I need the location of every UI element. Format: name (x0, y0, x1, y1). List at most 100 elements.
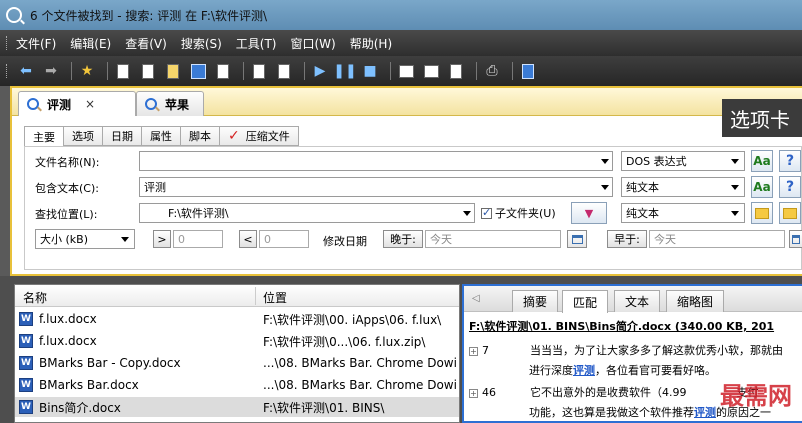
file-name-input[interactable] (139, 151, 613, 171)
table-row[interactable]: W f.lux.docx F:\软件评测\00. iApps\06. f.lux… (15, 309, 459, 329)
subtab-main[interactable]: 主要 (24, 126, 64, 147)
tab-matches[interactable]: 匹配 (562, 290, 609, 313)
menu-tools[interactable]: 工具(T) (236, 35, 277, 52)
match-case-button-2[interactable]: Aa (751, 176, 773, 198)
criteria-subtabs: 主要 选项 日期 属性 脚本 ✓ 压缩文件 (24, 126, 299, 147)
line-number: 7 (482, 344, 489, 357)
menu-bar: 文件(F) 编辑(E) 查看(V) 搜索(S) 工具(T) 窗口(W) 帮助(H… (0, 30, 802, 56)
pause-icon[interactable]: ❚❚ (333, 61, 356, 81)
subtab-date[interactable]: 日期 (102, 126, 142, 146)
match-line[interactable]: +7 当当当，为了让大家多多了解这款优秀小软，那就由 (469, 342, 783, 358)
table-row[interactable]: W f.lux.docx F:\软件评测\0...\06. f.lux.zip\ (15, 331, 459, 351)
window-title: 6 个文件被找到 - 搜索: 评测 在 F:\软件评测\ (30, 8, 267, 23)
search-tab-label: 苹果 (165, 97, 190, 112)
toolbar-grip[interactable] (6, 64, 9, 78)
match-text-after: ，各位看官可要看好咯。 (595, 364, 716, 377)
scroll-left-icon[interactable]: ◁ (472, 293, 480, 304)
toolbar-separator (390, 62, 391, 80)
forward-arrow-icon[interactable]: ➡ (41, 61, 61, 81)
close-tab-icon[interactable]: × (85, 97, 95, 111)
layout2-icon[interactable] (421, 61, 441, 81)
browse-folder-button[interactable] (751, 202, 773, 224)
table-row[interactable]: W BMarks Bar - Copy.docx ...\08. BMarks … (15, 353, 459, 373)
size-max-input[interactable]: 0 (259, 230, 309, 248)
contains-mode-select[interactable]: 纯文本 (621, 177, 745, 197)
save-disk-icon[interactable] (188, 61, 208, 81)
tab-summary[interactable]: 摘要 (512, 290, 559, 312)
help-button[interactable]: ? (779, 150, 801, 172)
properties-icon[interactable] (446, 61, 466, 81)
after-date-input[interactable]: 今天 (425, 230, 561, 248)
size-less-button[interactable]: < (239, 230, 257, 248)
menu-file[interactable]: 文件(F) (16, 35, 56, 52)
size-unit-select[interactable]: 大小 (kB) (35, 229, 135, 249)
toolbar-separator (304, 62, 305, 80)
table-row[interactable]: W BMarks Bar.docx ...\08. BMarks Bar. Ch… (15, 375, 459, 395)
match-case-label: Aa (753, 180, 771, 194)
subtab-archive[interactable]: ✓ 压缩文件 (219, 126, 299, 146)
subtab-options[interactable]: 选项 (63, 126, 103, 146)
back-arrow-icon[interactable]: ⬅ (16, 61, 36, 81)
stop-icon[interactable]: ■ (360, 61, 380, 81)
location-mode-select[interactable]: 纯文本 (621, 203, 745, 223)
search-tab-active[interactable]: 评测 × (18, 91, 136, 116)
add-folder-button[interactable] (779, 202, 801, 224)
export-icon[interactable] (213, 61, 233, 81)
menu-help[interactable]: 帮助(H) (350, 35, 392, 52)
report2-icon[interactable] (274, 61, 294, 81)
subtab-attributes[interactable]: 属性 (141, 126, 181, 146)
favorite-star-icon[interactable]: ★ (77, 61, 97, 81)
expand-icon[interactable]: + (469, 389, 478, 398)
menu-window[interactable]: 窗口(W) (291, 35, 336, 52)
after-calendar-button[interactable] (567, 230, 587, 248)
calendar-icon (792, 234, 800, 244)
copy-icon[interactable] (138, 61, 158, 81)
before-date-input[interactable]: 今天 (649, 230, 785, 248)
file-location: ...\08. BMarks Bar. Chrome Dowi (263, 378, 457, 392)
word-doc-icon: W (19, 334, 33, 348)
menubar-grip[interactable] (6, 36, 9, 50)
match-line[interactable]: +46 它不出意外的是收费软件（4.99 支付 (469, 384, 759, 400)
match-case-button[interactable]: Aa (751, 150, 773, 172)
expand-icon[interactable]: + (469, 347, 478, 356)
before-calendar-button[interactable] (789, 230, 802, 248)
filter-icon: ▼ (584, 206, 594, 220)
after-button[interactable]: 晚于: (383, 230, 423, 248)
help-book-icon[interactable] (518, 61, 538, 81)
menu-search[interactable]: 搜索(S) (181, 35, 222, 52)
location-input[interactable]: F:\软件评测\ (139, 203, 475, 223)
menu-edit[interactable]: 编辑(E) (70, 35, 111, 52)
menu-view[interactable]: 查看(V) (125, 35, 167, 52)
paste-icon[interactable] (163, 61, 183, 81)
search-tab-label: 评测 (47, 97, 72, 112)
file-name-history-dropdown[interactable] (599, 151, 613, 171)
new-document-icon[interactable] (113, 61, 133, 81)
file-name-mode-select[interactable]: DOS 表达式 (621, 151, 745, 171)
contains-text-label: 包含文本(C): (35, 182, 99, 195)
file-name: Bins简介.docx (39, 400, 121, 415)
column-name[interactable]: 名称 (23, 289, 47, 306)
before-button[interactable]: 早于: (607, 230, 647, 248)
subtab-script[interactable]: 脚本 (180, 126, 220, 146)
tab-thumbnail[interactable]: 缩略图 (666, 290, 725, 312)
contains-text-input[interactable]: 评测 (139, 177, 613, 197)
size-min-input[interactable]: 0 (173, 230, 223, 248)
word-doc-icon: W (19, 378, 33, 392)
modified-date-label: 修改日期 (323, 235, 367, 248)
size-greater-button[interactable]: > (153, 230, 171, 248)
filter-button[interactable]: ▼ (571, 202, 607, 224)
search-tab-inactive[interactable]: 苹果 (136, 91, 204, 116)
tab-text[interactable]: 文本 (614, 290, 661, 312)
table-row[interactable]: W Bins简介.docx F:\软件评测\01. BINS\ (15, 397, 459, 417)
play-icon[interactable]: ▶ (310, 61, 330, 81)
report-icon[interactable] (249, 61, 269, 81)
contains-history-dropdown[interactable] (599, 177, 613, 197)
column-location[interactable]: 位置 (263, 289, 287, 306)
match-highlight: 评测 (694, 406, 716, 419)
subfolder-checkbox[interactable]: 子文件夹(U) (481, 202, 556, 224)
layout-icon[interactable] (396, 61, 416, 81)
help-button-2[interactable]: ? (779, 176, 801, 198)
column-separator[interactable] (255, 287, 256, 305)
print-icon[interactable]: ⎙ (482, 61, 502, 81)
location-history-dropdown[interactable] (461, 203, 475, 223)
